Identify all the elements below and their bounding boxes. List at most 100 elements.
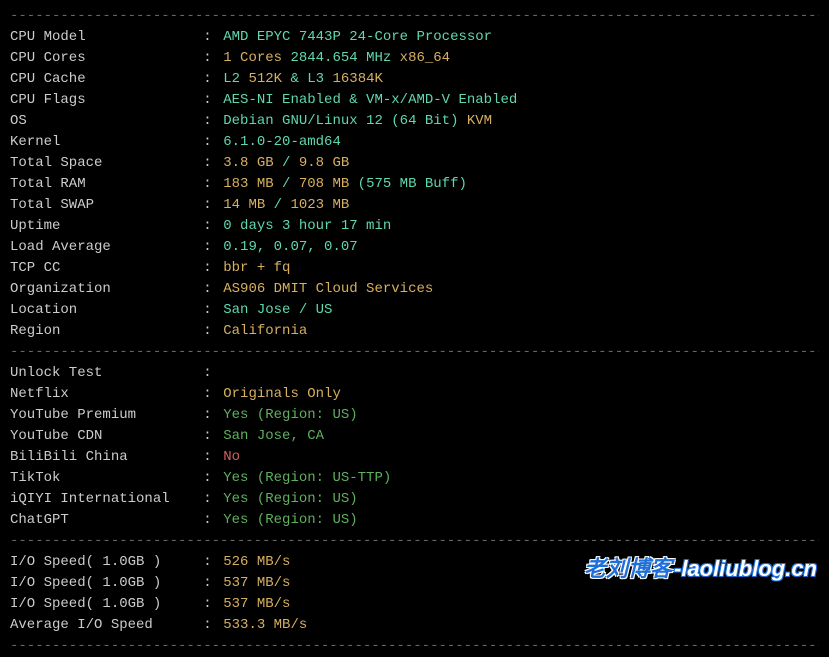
sysinfo-value-part: /	[282, 155, 299, 171]
io-row: Average I/O Speed : 533.3 MB/s	[10, 615, 819, 636]
colon: :	[203, 153, 223, 174]
unlock-row: BiliBili China : No	[10, 447, 819, 468]
sysinfo-value-part: L2	[223, 71, 248, 87]
sysinfo-value-part: 0 days 3 hour 17 min	[223, 218, 391, 234]
unlock-value: San Jose, CA	[223, 426, 324, 447]
unlock-value-part: No	[223, 449, 240, 465]
unlock-header-row: Unlock Test :	[10, 363, 819, 384]
sysinfo-row: Region : California	[10, 321, 819, 342]
io-value: 533.3 MB/s	[223, 615, 307, 636]
sysinfo-value: 14 MB / 1023 MB	[223, 195, 349, 216]
sysinfo-value: 0.19, 0.07, 0.07	[223, 237, 357, 258]
sysinfo-label: Kernel	[10, 132, 203, 153]
sysinfo-value-part: x86_64	[400, 50, 450, 66]
colon: :	[203, 594, 223, 615]
unlock-label: iQIYI International	[10, 489, 203, 510]
io-label: I/O Speed( 1.0GB )	[10, 573, 203, 594]
sysinfo-value-part: L3	[307, 71, 332, 87]
sysinfo-value-part: 14 MB	[223, 197, 273, 213]
sysinfo-value: Debian GNU/Linux 12 (64 Bit) KVM	[223, 111, 492, 132]
watermark-url: -laoliublog.cn	[674, 552, 817, 585]
sysinfo-value-part: 9.8 GB	[299, 155, 358, 171]
sysinfo-label: Total Space	[10, 153, 203, 174]
sysinfo-row: CPU Model : AMD EPYC 7443P 24-Core Proce…	[10, 27, 819, 48]
sysinfo-value: AES-NI Enabled & VM-x/AMD-V Enabled	[223, 90, 517, 111]
sysinfo-row: Total RAM : 183 MB / 708 MB (575 MB Buff…	[10, 174, 819, 195]
colon: :	[203, 426, 223, 447]
divider: ----------------------------------------…	[10, 6, 819, 27]
sysinfo-value: San Jose / US	[223, 300, 332, 321]
sysinfo-value-part: 0.19, 0.07, 0.07	[223, 239, 357, 255]
sysinfo-row: Kernel : 6.1.0-20-amd64	[10, 132, 819, 153]
colon: :	[203, 615, 223, 636]
sysinfo-value: California	[223, 321, 307, 342]
sysinfo-value-part: AS906 DMIT Cloud Services	[223, 281, 433, 297]
sysinfo-row: OS : Debian GNU/Linux 12 (64 Bit) KVM	[10, 111, 819, 132]
unlock-row: YouTube CDN : San Jose, CA	[10, 426, 819, 447]
colon: :	[203, 300, 223, 321]
unlock-label: YouTube Premium	[10, 405, 203, 426]
sysinfo-value-part: 6.1.0-20-amd64	[223, 134, 341, 150]
colon: :	[203, 468, 223, 489]
divider: ----------------------------------------…	[10, 636, 819, 657]
sysinfo-value: AS906 DMIT Cloud Services	[223, 279, 433, 300]
unlock-label: YouTube CDN	[10, 426, 203, 447]
divider: ----------------------------------------…	[10, 531, 819, 552]
sysinfo-value-part: California	[223, 323, 307, 339]
unlock-row: ChatGPT : Yes (Region: US)	[10, 510, 819, 531]
sysinfo-row: Total Space : 3.8 GB / 9.8 GB	[10, 153, 819, 174]
sysinfo-value-part: /	[274, 197, 291, 213]
colon: :	[203, 363, 223, 384]
sysinfo-label: CPU Flags	[10, 90, 203, 111]
io-value-part: 533.3 MB/s	[223, 617, 307, 633]
colon: :	[203, 237, 223, 258]
io-label: I/O Speed( 1.0GB )	[10, 594, 203, 615]
sysinfo-value: L2 512K & L3 16384K	[223, 69, 383, 90]
sysinfo-row: Organization : AS906 DMIT Cloud Services	[10, 279, 819, 300]
unlock-value-part: Yes (Region: US)	[223, 512, 357, 528]
colon: :	[203, 384, 223, 405]
colon: :	[203, 69, 223, 90]
sysinfo-value-part: 16384K	[333, 71, 383, 87]
sysinfo-value: 1 Cores 2844.654 MHz x86_64	[223, 48, 450, 69]
unlock-label: ChatGPT	[10, 510, 203, 531]
colon: :	[203, 510, 223, 531]
sysinfo-label: Region	[10, 321, 203, 342]
unlock-value-part: Yes (Region: US-TTP)	[223, 470, 391, 486]
io-row: I/O Speed( 1.0GB ) : 537 MB/s	[10, 594, 819, 615]
sysinfo-row: CPU Cache : L2 512K & L3 16384K	[10, 69, 819, 90]
unlock-value: Yes (Region: US-TTP)	[223, 468, 391, 489]
sysinfo-value-part: AES-NI Enabled & VM-x/AMD-V Enabled	[223, 92, 517, 108]
sysinfo-label: TCP CC	[10, 258, 203, 279]
unlock-label: TikTok	[10, 468, 203, 489]
colon: :	[203, 447, 223, 468]
sysinfo-value: 3.8 GB / 9.8 GB	[223, 153, 357, 174]
io-value-part: 537 MB/s	[223, 596, 290, 612]
colon: :	[203, 90, 223, 111]
unlock-row: YouTube Premium : Yes (Region: US)	[10, 405, 819, 426]
unlock-row: iQIYI International : Yes (Region: US)	[10, 489, 819, 510]
io-label: I/O Speed( 1.0GB )	[10, 552, 203, 573]
sysinfo-label: Uptime	[10, 216, 203, 237]
colon: :	[203, 573, 223, 594]
unlock-value: Originals Only	[223, 384, 341, 405]
colon: :	[203, 321, 223, 342]
sysinfo-value: 6.1.0-20-amd64	[223, 132, 341, 153]
unlock-label: Netflix	[10, 384, 203, 405]
unlock-value: No	[223, 447, 240, 468]
sysinfo-value-part: KVM	[467, 113, 492, 129]
colon: :	[203, 132, 223, 153]
sysinfo-label: Organization	[10, 279, 203, 300]
sysinfo-value-part: bbr + fq	[223, 260, 290, 276]
sysinfo-row: CPU Cores : 1 Cores 2844.654 MHz x86_64	[10, 48, 819, 69]
sysinfo-value-part: AMD EPYC 7443P 24-Core Processor	[223, 29, 492, 45]
divider: ----------------------------------------…	[10, 342, 819, 363]
colon: :	[203, 174, 223, 195]
sysinfo-label: CPU Cores	[10, 48, 203, 69]
unlock-value-part: Yes (Region: US)	[223, 491, 357, 507]
sysinfo-value-part: /	[282, 176, 299, 192]
colon: :	[203, 48, 223, 69]
sysinfo-value-part: 512K	[248, 71, 290, 87]
unlock-label: BiliBili China	[10, 447, 203, 468]
sysinfo-row: Total SWAP : 14 MB / 1023 MB	[10, 195, 819, 216]
